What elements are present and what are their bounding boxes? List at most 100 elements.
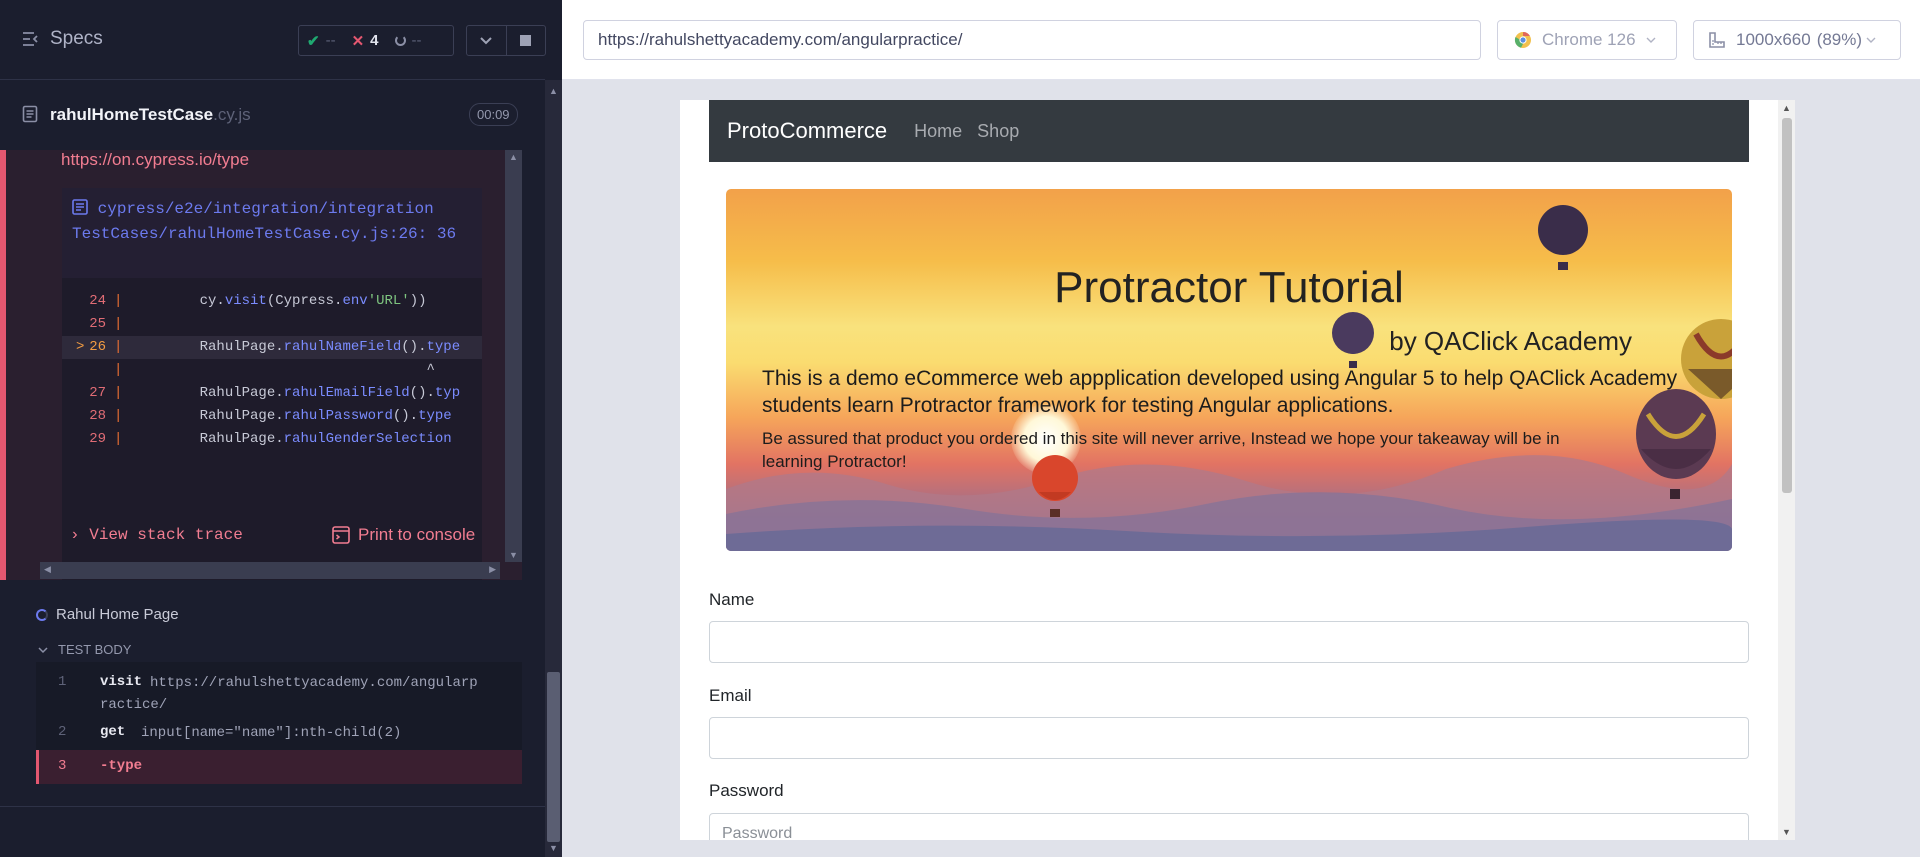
code-text: (Cypress. [266,293,343,309]
command-number: 2 [58,724,67,740]
code-line: 24 | cy.visit(Cypress.env'URL')) [62,290,482,313]
chevron-down-icon [38,646,48,653]
chevron-right-icon: › [70,526,80,544]
toggle-auto-scroll-button[interactable] [467,26,506,55]
failed-count: 4 [370,32,379,49]
test-stats: ✔ -- ✕ 4 -- [298,25,454,56]
code-function: env [342,293,368,309]
code-function: visit [224,293,267,309]
zoom-level: (89%) [1816,30,1863,49]
line-number: 29 [89,431,106,447]
suite-title: Rahul Home Page [56,606,179,623]
code-text: cy. [132,293,225,309]
command-log: 1 visit https://rahulshettyacademy.com/a… [36,662,522,784]
code-text: )) [409,293,427,309]
command-name: -type [100,758,143,774]
aut-scroll-thumb[interactable] [1782,118,1792,493]
url-bar[interactable]: https://rahulshettyacademy.com/angularpr… [583,20,1481,60]
spec-duration: 00:09 [469,103,518,126]
error-panel-scrollbar[interactable]: ▲ ▼ [505,150,522,562]
terminal-icon [332,526,350,544]
code-line: 28 | RahulPage.rahulPassword().type [62,405,482,428]
browser-label: Chrome 126 [1542,30,1636,49]
reporter-scrollbar[interactable]: ▲ ▼ [545,80,562,857]
reporter-scroll-thumb[interactable] [547,672,560,842]
line-number: 28 [89,408,106,424]
docs-link[interactable]: https://on.cypress.io/type [61,150,249,170]
nav-home-link[interactable]: Home [914,121,962,142]
hero-lead-text: This is a demo eCommerce web appplicatio… [762,367,1678,417]
hero-note-text: Be assured that product you ordered in t… [762,429,1560,471]
line-number: 26 [89,339,106,355]
code-function: type [426,339,461,355]
code-line: 25 | [62,313,482,336]
passed-count: -- [325,32,336,49]
reporter-header: Specs ✔ -- ✕ 4 -- [0,0,546,80]
code-function: rahulEmailField [283,385,410,401]
specs-button[interactable]: Specs [22,28,103,50]
email-label: Email [709,686,752,705]
command-number: 3 [58,758,67,774]
view-stack-trace-label: View stack trace [89,526,243,544]
code-string: 'URL' [367,293,410,309]
viewport-size: 1000x660 [1736,30,1811,49]
aut-header: https://rahulshettyacademy.com/angularpr… [562,0,1920,80]
running-spinner-icon [36,608,48,621]
hero-title: Protractor Tutorial [1054,263,1404,312]
specs-list-icon [23,32,38,46]
code-text: RahulPage. [132,339,284,355]
test-body-label: TEST BODY [58,642,132,657]
code-lines: 24 | cy.visit(Cypress.env'URL')) 25 | >26 | R… [62,278,482,451]
scroll-down-icon: ▼ [509,550,518,560]
print-to-console-label: Print to console [358,525,476,544]
suite-title-row[interactable]: Rahul Home Page [36,606,179,623]
check-icon: ✔ [307,32,320,50]
stop-button[interactable] [505,26,545,55]
scroll-up-icon: ▲ [509,152,518,162]
command-message: input[name="name"]:nth-child(2) [141,725,402,741]
name-label: Name [709,590,755,609]
site-brand[interactable]: ProtoCommerce [727,118,887,144]
x-icon: ✕ [351,32,365,50]
cypress-reporter: Specs ✔ -- ✕ 4 -- rahulHomeTestCase.cy.j… [0,0,562,857]
spec-name-text: rahulHomeTestCase [50,105,214,124]
line-gutter: | [114,431,123,447]
code-text: RahulPage. [132,385,284,401]
code-text: (). [401,339,427,355]
error-actions: › View stack trace Print to console [62,518,482,554]
failed-stat: ✕ 4 [344,32,387,50]
password-label: Password [709,781,784,800]
code-line: | ^ [62,359,482,382]
line-gutter: | [114,316,123,332]
test-body-toggle[interactable]: TEST BODY [38,642,131,657]
line-gutter: | [114,385,123,401]
name-input[interactable] [709,621,1749,663]
command-row[interactable]: 1 visit https://rahulshettyacademy.com/a… [36,662,522,716]
error-panel-hscrollbar[interactable]: ◀ ▶ [40,562,500,579]
code-frame-path: cypress/e2e/integration/integration Test… [72,200,457,243]
password-input[interactable]: Password [709,813,1749,840]
scroll-left-icon: ◀ [44,564,51,574]
print-to-console-button[interactable]: Print to console [332,525,475,545]
file-icon [72,199,88,215]
pending-stat: -- [387,32,430,49]
command-row[interactable]: 2 get input[name="name"]:nth-child(2) [36,716,522,750]
code-text: (). [409,385,435,401]
command-number: 1 [58,674,67,690]
code-function: typ [434,385,461,401]
code-text: (). [392,408,419,424]
code-function: rahulGenderSelection [283,431,452,447]
browser-selector[interactable]: Chrome 126 [1497,20,1677,60]
aut-scrollbar[interactable]: ▲ ▼ [1778,100,1795,840]
scroll-down-icon: ▼ [549,843,558,853]
spec-title-row: rahulHomeTestCase.cy.js 00:09 [0,95,522,135]
nav-shop-link[interactable]: Shop [977,121,1019,142]
code-frame-header[interactable]: cypress/e2e/integration/integration Test… [62,188,482,278]
code-line: 29 | RahulPage.rahulGenderSelection [62,428,482,451]
command-name: get [100,724,126,740]
email-input[interactable] [709,717,1749,759]
view-stack-trace-button[interactable]: › View stack trace [70,526,243,544]
viewport-selector[interactable]: 1000x660 (89%) [1693,20,1901,60]
line-gutter: | [114,293,123,309]
command-row-failed[interactable]: 3 -type [36,750,522,784]
